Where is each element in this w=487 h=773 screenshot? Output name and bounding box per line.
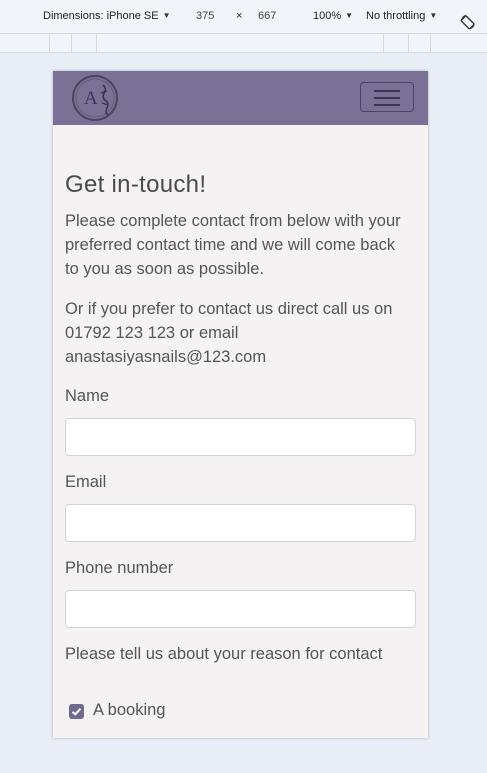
email-label: Email <box>65 473 107 491</box>
hamburger-menu-icon <box>374 90 400 92</box>
device-dimensions-select[interactable]: Dimensions: iPhone SE ▼ <box>43 10 170 22</box>
navbar-toggler-button[interactable] <box>360 82 414 112</box>
throttling-select[interactable]: No throttling ▼ <box>366 10 437 22</box>
checkmark-icon <box>71 708 82 716</box>
name-field[interactable] <box>65 418 416 456</box>
intro-text: Please complete contact from below with … <box>65 212 401 278</box>
svg-text:A: A <box>84 88 98 109</box>
name-label: Name <box>65 387 110 405</box>
rotate-icon[interactable] <box>460 14 476 30</box>
media-query-ruler[interactable] <box>0 34 487 53</box>
phone-label: Phone number <box>65 559 174 577</box>
email-field[interactable] <box>65 504 416 542</box>
zoom-label: 100% <box>313 10 342 22</box>
devtools-toolbar: Dimensions: iPhone SE ▼ 375 × 667 100% ▼ N… <box>0 0 487 34</box>
viewport-width-input[interactable]: 375 <box>196 10 214 22</box>
device-dimensions-label: Dimensions: iPhone SE <box>43 10 159 22</box>
caret-down-icon: ▼ <box>429 11 438 20</box>
caret-down-icon: ▼ <box>162 11 171 20</box>
direct-contact-text: Or if you prefer to contact us direct ca… <box>65 300 393 366</box>
phone-field[interactable] <box>65 590 416 628</box>
dimension-times-symbol: × <box>236 10 243 22</box>
zoom-select[interactable]: 100% ▼ <box>313 10 353 22</box>
viewport-height-input[interactable]: 667 <box>258 10 276 22</box>
booking-option-label: A booking <box>93 701 166 719</box>
reason-label: Please tell us about your reason for con… <box>65 645 383 663</box>
brand-logo[interactable]: A <box>68 73 124 123</box>
device-viewport: A Get in-touch! Please complete contact … <box>53 71 428 738</box>
page-title: Get in-touch! <box>65 171 207 198</box>
throttling-label: No throttling <box>366 10 426 22</box>
booking-checkbox[interactable] <box>69 704 84 719</box>
caret-down-icon: ▼ <box>345 11 354 20</box>
navbar: A <box>53 71 428 125</box>
